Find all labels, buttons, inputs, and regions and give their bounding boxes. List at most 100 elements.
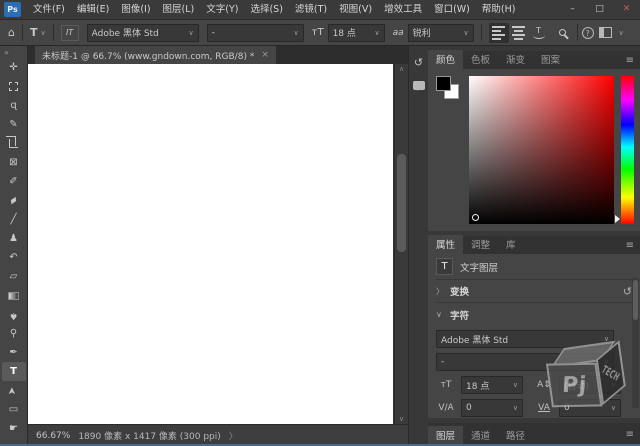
hand-tool[interactable]: ☛ [2, 419, 26, 438]
tab-properties[interactable]: 属性 [428, 235, 463, 254]
tab-libraries[interactable]: 库 [498, 235, 524, 254]
transform-section-header[interactable]: 〉 变换 ↺ [436, 280, 632, 303]
character-section-header[interactable]: ∨ 字符 [436, 303, 632, 326]
align-center-button[interactable] [509, 23, 529, 43]
history-panel-icon[interactable]: ↺ [414, 56, 423, 69]
minimize-button[interactable]: – [559, 0, 586, 19]
menu-edit[interactable]: 编辑(E) [71, 0, 115, 19]
align-left-button[interactable] [489, 23, 509, 43]
document-tab[interactable]: 未标题-1 @ 66.7% (www.gndown.com, RGB/8) * … [35, 46, 276, 64]
history-brush-tool[interactable]: ↶ [2, 248, 26, 267]
scroll-down-icon[interactable]: ∨ [399, 414, 404, 424]
pen-tool[interactable]: ✒ [2, 343, 26, 362]
leading-icon: A⇕ [534, 380, 554, 390]
rectangle-tool[interactable]: ▭ [2, 400, 26, 419]
char-font-family-value: Adobe 黑体 Std [441, 333, 508, 346]
kerning-icon: V∕A [436, 403, 456, 413]
lasso-tool[interactable]: ɋ [2, 96, 26, 115]
tab-swatches[interactable]: 色板 [463, 50, 498, 69]
tab-paths[interactable]: 路径 [498, 426, 533, 445]
crop-tool[interactable] [2, 134, 26, 153]
tab-patterns[interactable]: 图案 [533, 50, 568, 69]
help-icon[interactable]: ? [582, 27, 594, 39]
clone-stamp-tool[interactable]: ♟ [2, 229, 26, 248]
eyedropper-tool[interactable]: ✐ [2, 172, 26, 191]
zoom-level-field[interactable]: 66.67% [36, 431, 70, 441]
color-field[interactable] [469, 76, 614, 224]
notes-panel-icon[interactable] [413, 81, 425, 90]
char-font-family-select[interactable]: Adobe 黑体 Std ∨ [436, 330, 614, 348]
layers-panel-tabs: 图层 通道 路径 ≡ [428, 423, 640, 445]
font-family-select[interactable]: Adobe 黑体 Std ∨ [87, 24, 199, 42]
rectangular-marquee-tool[interactable] [2, 77, 26, 96]
menu-image[interactable]: 图像(I) [115, 0, 156, 19]
close-button[interactable]: ✕ [613, 0, 640, 19]
menu-window[interactable]: 窗口(W) [428, 0, 476, 19]
char-size-select[interactable]: 18 点 ∨ [461, 376, 523, 394]
dodge-tool[interactable]: ⚲ [2, 324, 26, 343]
move-tool[interactable]: ✛ [2, 58, 26, 77]
text-orientation-toggle-icon[interactable]: IT [61, 25, 79, 41]
foreground-color-swatch[interactable] [436, 76, 451, 91]
properties-scrollbar[interactable] [632, 278, 639, 408]
char-leading-select[interactable]: (自动) ∨ [559, 376, 621, 394]
menu-select[interactable]: 选择(S) [244, 0, 288, 19]
collapsed-panel-dock: ↺ [408, 46, 428, 446]
blur-tool[interactable]: ♠ [2, 305, 26, 324]
home-icon[interactable]: ⌂ [8, 26, 15, 39]
brush-tool[interactable]: ╱ [2, 210, 26, 229]
type-tool[interactable]: T [2, 362, 26, 381]
warp-text-button[interactable]: T [529, 23, 549, 43]
workspace-panel-button[interactable] [596, 23, 616, 43]
menu-filter[interactable]: 滤镜(T) [289, 0, 333, 19]
canvas[interactable] [28, 64, 393, 424]
anti-alias-value: 锐利 [413, 26, 431, 39]
font-style-select[interactable]: - ∨ [207, 24, 304, 42]
menu-plugins[interactable]: 增效工具 [378, 0, 428, 19]
toolbar-collapse-icon[interactable]: » [0, 46, 13, 58]
menu-type[interactable]: 文字(Y) [200, 0, 244, 19]
foreground-background-swatches[interactable] [436, 76, 462, 102]
tab-layers[interactable]: 图层 [428, 426, 463, 445]
gradient-tool[interactable] [2, 286, 26, 305]
tab-color[interactable]: 颜色 [428, 50, 463, 69]
color-field-cursor[interactable] [472, 214, 479, 221]
properties-scrollbar-thumb[interactable] [633, 280, 638, 320]
tool-preset-picker[interactable]: T ∨ [30, 26, 46, 39]
menu-file[interactable]: 文件(F) [27, 0, 71, 19]
vertical-scrollbar[interactable]: ∧ ∨ [394, 64, 408, 424]
spot-healing-brush-tool[interactable]: ▰ [2, 191, 26, 210]
panel-menu-icon[interactable]: ≡ [626, 55, 634, 66]
status-chevron-icon[interactable]: 〉 [229, 429, 238, 442]
scrollbar-thumb[interactable] [397, 154, 406, 252]
panel-menu-icon[interactable]: ≡ [626, 429, 634, 440]
scroll-up-icon[interactable]: ∧ [399, 64, 404, 74]
quick-selection-tool[interactable]: ✎ [2, 115, 26, 134]
menu-layer[interactable]: 图层(L) [157, 0, 201, 19]
reset-transform-icon[interactable]: ↺ [623, 285, 632, 298]
path-selection-tool[interactable]: ➤ [2, 381, 26, 400]
tab-adjustments[interactable]: 调整 [463, 235, 498, 254]
search-button[interactable] [553, 23, 573, 43]
marquee-tool-icon [9, 82, 18, 91]
hue-slider[interactable] [621, 76, 634, 224]
menu-help[interactable]: 帮助(H) [476, 0, 522, 19]
char-tracking-select[interactable]: 0 ∨ [559, 399, 621, 417]
pen-tool-icon: ✒ [9, 348, 17, 358]
frame-tool[interactable]: ⊠ [2, 153, 26, 172]
char-kerning-select[interactable]: 0 ∨ [461, 399, 523, 417]
chevron-down-icon[interactable]: ∨ [619, 29, 624, 37]
anti-alias-select[interactable]: 锐利 ∨ [408, 24, 474, 42]
hue-slider-marker[interactable] [615, 215, 624, 223]
maximize-button[interactable]: □ [586, 0, 613, 19]
font-size-select[interactable]: 18 点 ∨ [328, 24, 385, 42]
menu-view[interactable]: 视图(V) [333, 0, 378, 19]
tab-channels[interactable]: 通道 [463, 426, 498, 445]
char-font-style-select[interactable]: - ∨ [436, 353, 614, 371]
eraser-tool[interactable]: ▱ [2, 267, 26, 286]
scrollbar-track[interactable] [395, 74, 408, 414]
tab-close-icon[interactable]: × [261, 50, 269, 60]
panel-menu-icon[interactable]: ≡ [626, 240, 634, 251]
tab-gradients[interactable]: 渐变 [498, 50, 533, 69]
chevron-down-icon: ∨ [185, 29, 194, 37]
